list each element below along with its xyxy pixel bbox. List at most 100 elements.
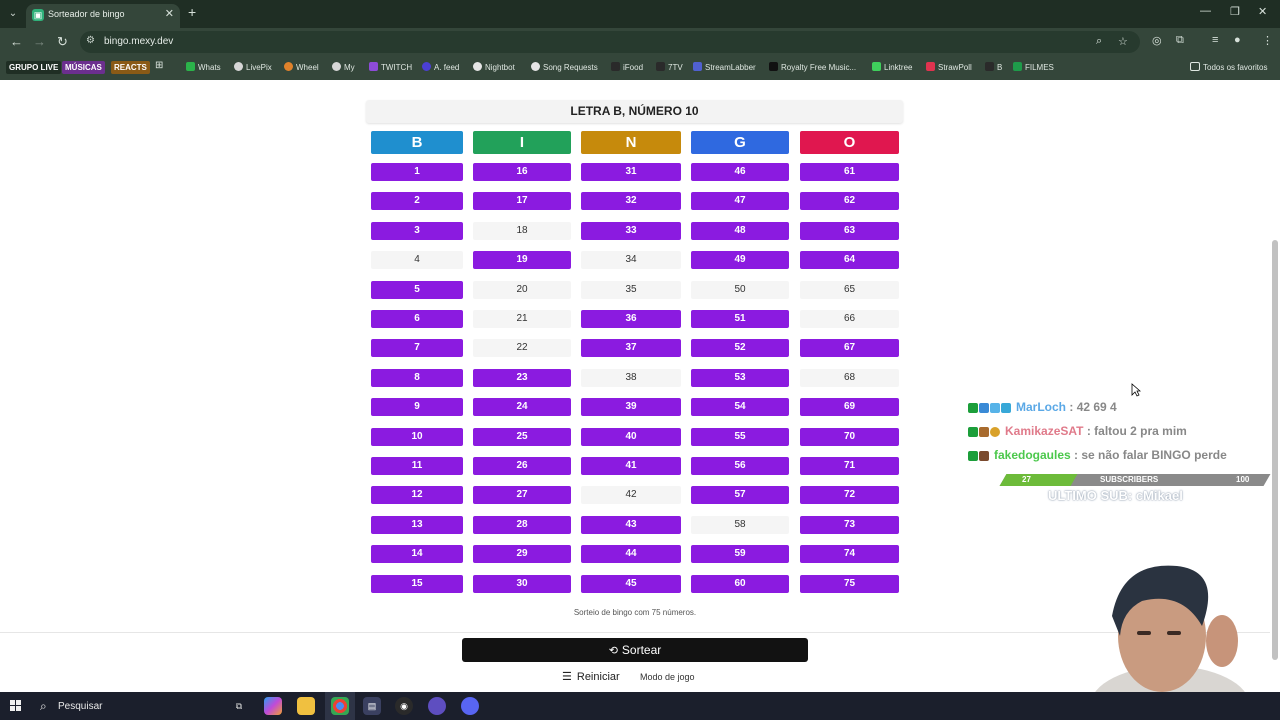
number-cell-3: 3 (371, 222, 463, 240)
bookmark-my[interactable]: My (332, 62, 355, 72)
number-cell-50: 50 (691, 281, 789, 299)
taskbar-search[interactable]: ⌕ Pesquisar (32, 694, 222, 718)
app-icon[interactable]: ▤ (363, 697, 381, 715)
number-cell-17: 17 (473, 192, 571, 210)
close-window-icon[interactable]: ✕ (1258, 5, 1267, 18)
sheets-icon (1013, 62, 1022, 71)
livepix-icon (234, 62, 243, 71)
browser-tab-strip: ⌄ ▣ Sorteador de bingo ✕ + — ❐ ✕ (0, 0, 1280, 28)
number-cell-75: 75 (800, 575, 899, 593)
number-cell-53: 53 (691, 369, 789, 387)
bookmark-7tv[interactable]: 7TV (656, 62, 683, 72)
bookmarks-bar: GRUPO LIVE MÚSICAS REACTS ⊞ Whats LivePi… (0, 56, 1280, 80)
file-explorer-icon[interactable] (297, 697, 315, 715)
close-tab-icon[interactable]: ✕ (165, 7, 174, 20)
bookmark-reacts[interactable]: REACTS (111, 61, 150, 74)
reload-icon[interactable]: ↻ (57, 34, 68, 50)
browser-menu-icon[interactable]: ⋮ (1262, 34, 1273, 47)
chat-badges-icon (968, 426, 1001, 440)
number-cell-23: 23 (473, 369, 571, 387)
number-cell-29: 29 (473, 545, 571, 563)
bookmark-ifood[interactable]: iFood (611, 62, 643, 72)
bookmark-star-icon[interactable]: ☆ (1118, 35, 1128, 48)
chat-username: fakedogaules (994, 448, 1071, 462)
discord-icon[interactable] (461, 697, 479, 715)
number-cell-45: 45 (581, 575, 681, 593)
tab-title: Sorteador de bingo (48, 9, 125, 19)
column-header-i: I (473, 131, 571, 154)
back-icon[interactable]: ← (10, 34, 23, 49)
bookmark-wheel[interactable]: Wheel (284, 62, 319, 72)
number-cell-68: 68 (800, 369, 899, 387)
number-cell-6: 6 (371, 310, 463, 328)
zoom-icon[interactable]: ⌕ (1096, 35, 1102, 48)
streamer-app-icon[interactable] (428, 697, 446, 715)
number-cell-33: 33 (581, 222, 681, 240)
strawpoll-icon (926, 62, 935, 71)
number-cell-34: 34 (581, 251, 681, 269)
globe-icon (332, 62, 341, 71)
bookmark-streamlabber[interactable]: StreamLabber (693, 62, 756, 72)
number-cell-20: 20 (473, 281, 571, 299)
number-cell-19: 19 (473, 251, 571, 269)
number-cell-16: 16 (473, 163, 571, 181)
chrome-icon[interactable] (331, 697, 349, 715)
extensions-puzzle-icon[interactable]: ⧉ (1176, 34, 1184, 47)
column-header-o: O (800, 131, 899, 154)
apps-grid-icon[interactable]: ⊞ (155, 60, 163, 71)
address-bar-row: ← → ↻ ⚙ bingo.mexy.dev ⌕ ☆ ◎ ⧉ ≡ ● ⋮ (0, 28, 1280, 56)
task-view-icon[interactable]: ⧉ (230, 697, 248, 715)
tab-search-icon[interactable]: ⌄ (4, 6, 22, 22)
browser-tab[interactable]: ▣ Sorteador de bingo ✕ (26, 4, 180, 28)
forward-icon[interactable]: → (33, 34, 46, 49)
bookmark-grupo-live[interactable]: GRUPO LIVE (6, 61, 62, 74)
linktree-icon (872, 62, 881, 71)
windows-start-icon[interactable] (10, 700, 22, 712)
game-mode-select[interactable]: Modo de jogo (640, 668, 706, 686)
number-cell-30: 30 (473, 575, 571, 593)
search-icon: ⌕ (40, 699, 47, 713)
bookmark-musicas[interactable]: MÚSICAS (62, 61, 105, 74)
bookmark-whats[interactable]: Whats (186, 62, 221, 72)
bookmark-filmes[interactable]: FILMES (1013, 62, 1054, 72)
copilot-icon[interactable] (264, 697, 282, 715)
number-cell-5: 5 (371, 281, 463, 299)
number-cell-11: 11 (371, 457, 463, 475)
reset-button[interactable]: ☰ Reiniciar (562, 668, 636, 686)
music-icon (769, 62, 778, 71)
bookmark-strawpoll[interactable]: StrawPoll (926, 62, 972, 72)
bookmark-song-requests[interactable]: Song Requests (531, 62, 598, 72)
wheel-icon (284, 62, 293, 71)
bookmark-a-feed[interactable]: A. feed (422, 62, 459, 72)
bookmark-twitch[interactable]: TWITCH (369, 62, 412, 72)
draw-button[interactable]: ⟲ Sortear (462, 638, 808, 662)
number-cell-13: 13 (371, 516, 463, 534)
folder-icon (1190, 62, 1200, 71)
chat-message: fakedogaules : se não falar BINGO perde (968, 448, 1227, 464)
chat-username: MarLoch (1016, 400, 1067, 414)
media-controls-icon[interactable]: ≡ (1212, 34, 1218, 46)
column-header-g: G (691, 131, 789, 154)
extension-icon[interactable]: ◎ (1152, 34, 1162, 47)
restore-icon[interactable]: ❐ (1230, 5, 1240, 18)
bookmark-nightbot[interactable]: Nightbot (473, 62, 515, 72)
number-cell-67: 67 (800, 339, 899, 357)
new-tab-icon[interactable]: + (188, 4, 196, 20)
bookmark-b[interactable]: B (985, 62, 1002, 72)
minimize-icon[interactable]: — (1200, 5, 1211, 17)
bookmark-linktree[interactable]: Linktree (872, 62, 912, 72)
site-info-icon[interactable]: ⚙ (86, 35, 95, 46)
number-cell-2: 2 (371, 192, 463, 210)
mouse-cursor-icon (1131, 383, 1141, 397)
url-field[interactable]: ⚙ bingo.mexy.dev ⌕ ☆ (80, 31, 1140, 53)
bookmark-livepix[interactable]: LivePix (234, 62, 272, 72)
song-requests-icon (531, 62, 540, 71)
profile-avatar-icon[interactable]: ● (1234, 34, 1241, 46)
page-scrollbar[interactable] (1272, 240, 1278, 660)
number-cell-58: 58 (691, 516, 789, 534)
number-cell-59: 59 (691, 545, 789, 563)
bookmark-royalty-free-music[interactable]: Royalty Free Music... (769, 62, 856, 72)
all-bookmarks-folder[interactable]: Todos os favoritos (1190, 62, 1267, 72)
obs-icon[interactable]: ◉ (395, 697, 413, 715)
nightbot-icon (473, 62, 482, 71)
